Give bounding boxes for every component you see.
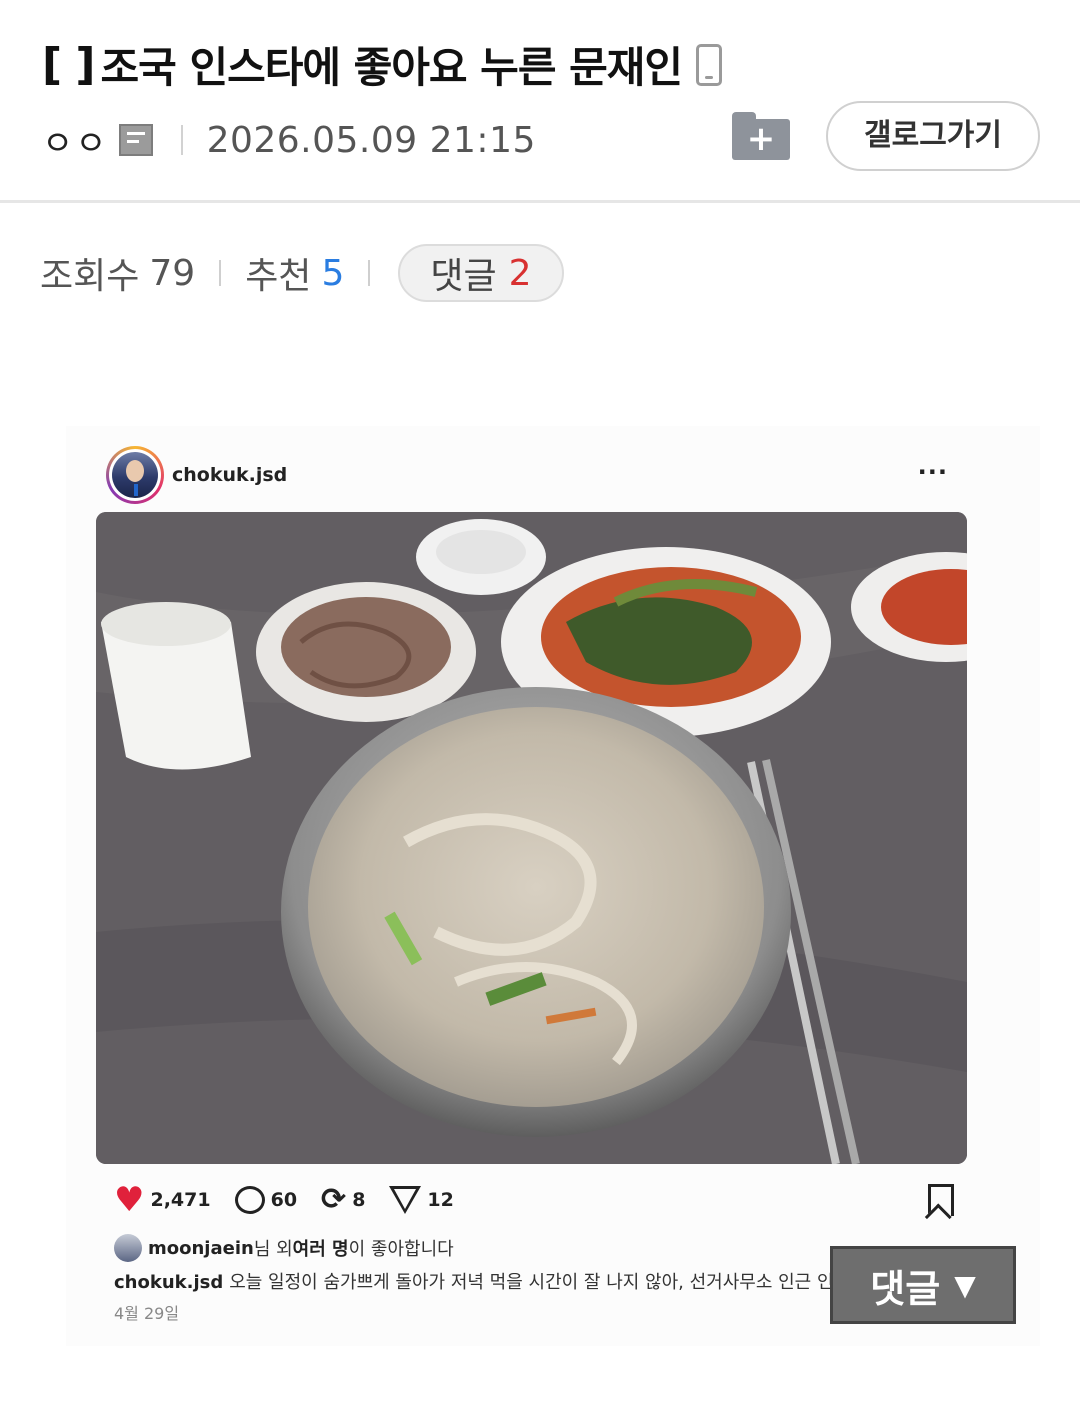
post-title-row: [ ] 조국 인스타에 좋아요 누른 문재인: [42, 34, 722, 95]
send-icon: [389, 1186, 422, 1214]
recommend-label: 추천: [245, 256, 312, 297]
divider: [180, 125, 183, 155]
mobile-icon: [696, 43, 722, 86]
like-count: 2,471: [150, 1189, 211, 1211]
avatar: [114, 1234, 142, 1262]
liked-by-mid: 님 외: [253, 1239, 293, 1260]
views-count: 79: [149, 252, 196, 294]
insta-user[interactable]: chokuk.jsd: [106, 446, 287, 504]
caption-text: 오늘 일정이 숨가쁘게 돌아가 저녁 먹을 시간이 잘 나지 않아, 선거사무소…: [229, 1272, 834, 1293]
like-action[interactable]: ♥ 2,471: [114, 1183, 211, 1217]
insta-post-date: 4월 29일: [114, 1304, 180, 1323]
heart-icon: ♥: [114, 1180, 145, 1220]
share-action[interactable]: 12: [389, 1186, 454, 1214]
folder-plus-icon[interactable]: +: [732, 112, 790, 160]
divider: [219, 260, 222, 286]
post-date: 2026.05.09 21:15: [206, 119, 536, 161]
repost-count: 8: [352, 1189, 366, 1211]
comment-icon: [234, 1186, 265, 1214]
comment-count-button[interactable]: 댓글 2: [398, 244, 564, 302]
repost-icon: ⟳: [321, 1182, 347, 1217]
repost-action[interactable]: ⟳ 8: [321, 1185, 365, 1215]
comment-action[interactable]: 60: [234, 1186, 298, 1214]
salt-dish: [416, 519, 546, 595]
liked-by-user[interactable]: moonjaein: [148, 1238, 254, 1259]
food-photo: [96, 512, 967, 1164]
embedded-instagram-post: chokuk.jsd ··· ♥ 2,471 60 ⟳ 8 12 moonjae…: [66, 426, 1040, 1346]
food-photo-illustration: [96, 512, 967, 1164]
post-stats: 조회수 79 추천 5 댓글 2: [40, 244, 564, 302]
recommend-count: 5: [321, 252, 345, 294]
floating-comment-button[interactable]: 댓글 ▼: [830, 1246, 1016, 1324]
noodle-side-dish: [256, 582, 476, 722]
divider: [368, 260, 371, 286]
gallog-button[interactable]: 갤로그가기: [826, 101, 1040, 171]
post-title: 조국 인스타에 좋아요 누른 문재인: [100, 43, 683, 92]
chevron-down-icon: ▼: [954, 1268, 976, 1302]
liked-by-line: moonjaein 님 외 여러 명 이 좋아합니다: [114, 1234, 454, 1262]
views-label: 조회수: [40, 256, 140, 297]
member-icon: [118, 124, 153, 156]
more-icon[interactable]: ···: [918, 458, 948, 486]
post-header: [ ] 조국 인스타에 좋아요 누른 문재인 ㅇㅇ 2026.05.09 21:…: [0, 0, 1080, 203]
comment-count: 2: [508, 252, 532, 294]
liked-by-others[interactable]: 여러 명: [293, 1235, 349, 1261]
comment-count: 60: [270, 1189, 298, 1211]
liked-by-suffix: 이 좋아합니다: [348, 1239, 454, 1260]
post-meta: ㅇㅇ 2026.05.09 21:15: [42, 112, 536, 168]
avatar-inner: [109, 449, 161, 501]
insta-actions: ♥ 2,471 60 ⟳ 8 12: [114, 1182, 954, 1218]
avatar: [106, 446, 164, 504]
floating-comment-label: 댓글: [870, 1266, 941, 1311]
share-count: 12: [427, 1189, 454, 1211]
post-caption: chokuk.jsd 오늘 일정이 숨가쁘게 돌아가 저녁 먹을 시간이 잘 나지…: [114, 1268, 894, 1294]
comment-label: 댓글: [430, 256, 497, 297]
bookmark-icon[interactable]: [928, 1184, 954, 1216]
soup-bowl: [281, 687, 791, 1137]
author-name[interactable]: ㅇㅇ: [42, 116, 109, 165]
caption-username[interactable]: chokuk.jsd: [114, 1272, 223, 1293]
insta-username: chokuk.jsd: [172, 464, 288, 486]
plus-icon: +: [746, 119, 776, 159]
avatar-photo: [112, 452, 158, 498]
title-prefix: [ ]: [42, 39, 96, 90]
